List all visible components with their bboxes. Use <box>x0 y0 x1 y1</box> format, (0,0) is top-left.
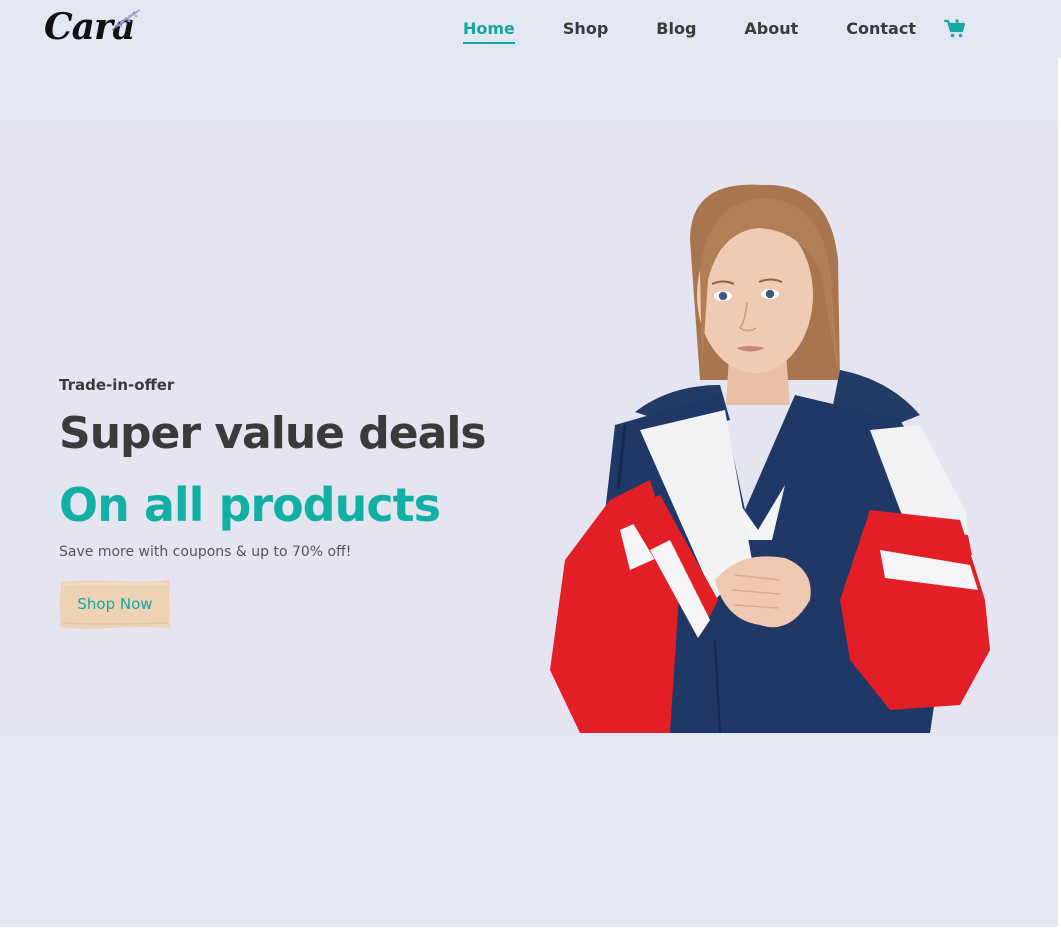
hero-model-image <box>550 184 990 733</box>
lavender-sprig-icon <box>111 9 141 31</box>
site-header: Cara Home Shop Blog About Contact <box>0 0 1061 60</box>
shopping-cart-icon[interactable] <box>944 19 966 39</box>
shop-now-label: Shop Now <box>77 595 153 613</box>
nav-link-about[interactable]: About <box>744 18 798 44</box>
main-nav: Home Shop Blog About Contact <box>463 18 964 48</box>
logo[interactable]: Cara <box>44 4 154 50</box>
page: Cara Home Shop Blog About Contact Trade-… <box>0 0 1061 945</box>
nav-link-contact[interactable]: Contact <box>846 18 916 44</box>
hero-subtext: Save more with coupons & up to 70% off! <box>59 544 352 560</box>
nav-link-blog[interactable]: Blog <box>656 18 696 44</box>
hero-eyebrow: Trade-in-offer <box>59 376 175 394</box>
hero-heading: Super value deals <box>59 408 487 459</box>
nav-link-home[interactable]: Home <box>463 18 515 44</box>
shop-now-button[interactable]: Shop Now <box>59 579 171 629</box>
nav-link-shop[interactable]: Shop <box>563 18 608 44</box>
hero-content: Trade-in-offer Super value deals On all … <box>59 374 539 629</box>
hero-heading-accent: On all products <box>59 478 441 532</box>
